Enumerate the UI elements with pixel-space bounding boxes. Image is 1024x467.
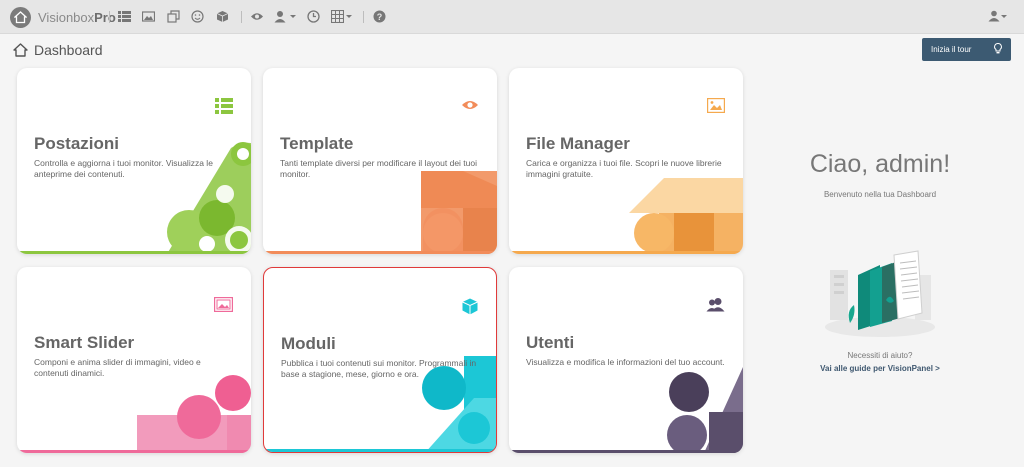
card-title: Template bbox=[280, 134, 354, 153]
card-utenti[interactable]: Utenti Visualizza e modifica le informaz… bbox=[509, 267, 743, 453]
guides-link[interactable]: Vai alle guide per VisionPanel > bbox=[770, 364, 990, 373]
greeting-heading: Ciao, admin! bbox=[809, 150, 951, 178]
card-description: Pubblica i tuoi contenuti sui monitor. P… bbox=[281, 358, 477, 379]
brand-name: Visionbox bbox=[38, 10, 95, 25]
logo-icon[interactable] bbox=[10, 7, 31, 28]
lightbulb-icon bbox=[994, 42, 1002, 56]
card-accent-bar bbox=[509, 251, 743, 254]
page-title: Dashboard bbox=[34, 42, 103, 58]
welcome-text: Benvenuto nella tua Dashboard bbox=[823, 190, 937, 199]
cube-icon bbox=[462, 298, 478, 320]
list-grid-icon bbox=[215, 98, 233, 120]
smile-icon[interactable] bbox=[191, 10, 205, 24]
gallery-icon bbox=[213, 296, 234, 317]
card-accent-bar bbox=[264, 449, 496, 452]
card-accent-bar bbox=[17, 251, 251, 254]
help-question: Necessiti di aiuto? bbox=[847, 351, 913, 360]
card-title: Utenti bbox=[526, 333, 575, 352]
grid-icon[interactable] bbox=[331, 10, 345, 24]
card-accent-bar bbox=[17, 450, 251, 453]
card-description: Componi e anima slider di immagini, vide… bbox=[34, 357, 201, 378]
chevron-down-icon[interactable] bbox=[290, 15, 296, 18]
card-title: Postazioni bbox=[34, 134, 120, 153]
card-description: Carica e organizza i tuoi file. Scopri l… bbox=[526, 158, 722, 179]
card-file-manager[interactable]: File Manager Carica e organizza i tuoi f… bbox=[509, 68, 743, 254]
card-description: Controlla e aggiorna i tuoi monitor. Vis… bbox=[34, 158, 213, 179]
chevron-down-icon[interactable] bbox=[1001, 15, 1007, 18]
list-icon[interactable] bbox=[118, 10, 132, 24]
start-tour-label: Inizia il tour bbox=[931, 45, 972, 54]
toolbar-divider bbox=[241, 11, 242, 23]
app-brand[interactable]: VisionboxPro bbox=[38, 10, 116, 25]
card-accent-bar bbox=[263, 251, 497, 254]
help-icon[interactable]: ? bbox=[373, 10, 387, 24]
home-icon[interactable] bbox=[13, 43, 28, 62]
top-bar: VisionboxPro ? bbox=[0, 0, 1024, 34]
card-moduli[interactable]: Moduli Pubblica i tuoi contenuti sui mon… bbox=[263, 267, 497, 453]
card-title: Smart Slider bbox=[34, 333, 135, 352]
eye-icon bbox=[461, 98, 479, 116]
card-description: Tanti template diversi per modificare il… bbox=[280, 158, 478, 179]
svg-text:?: ? bbox=[377, 12, 383, 22]
card-title: Moduli bbox=[281, 334, 336, 353]
image-icon[interactable] bbox=[142, 10, 156, 24]
copy-icon[interactable] bbox=[167, 10, 181, 24]
user-icon[interactable] bbox=[988, 10, 1002, 24]
card-accent-bar bbox=[509, 450, 743, 453]
user-add-icon[interactable] bbox=[274, 10, 288, 24]
clock-icon[interactable] bbox=[307, 10, 321, 24]
start-tour-button[interactable]: Inizia il tour bbox=[922, 38, 1011, 61]
users-icon bbox=[706, 297, 725, 317]
card-smart-slider[interactable]: Smart Slider Componi e anima slider di i… bbox=[17, 267, 251, 453]
card-postazioni[interactable]: Postazioni Controlla e aggiorna i tuoi m… bbox=[17, 68, 251, 254]
chevron-down-icon[interactable] bbox=[346, 15, 352, 18]
box-icon[interactable] bbox=[216, 10, 230, 24]
image-icon bbox=[706, 97, 726, 118]
toolbar-divider bbox=[109, 11, 110, 23]
card-description: Visualizza e modifica le informazioni de… bbox=[526, 357, 725, 367]
card-template[interactable]: Template Tanti template diversi per modi… bbox=[263, 68, 497, 254]
brand-suffix: Pro bbox=[94, 10, 116, 25]
toolbar-divider bbox=[363, 11, 364, 23]
card-title: File Manager bbox=[526, 134, 630, 153]
help-illustration bbox=[820, 245, 940, 345]
eye-icon[interactable] bbox=[250, 10, 264, 24]
